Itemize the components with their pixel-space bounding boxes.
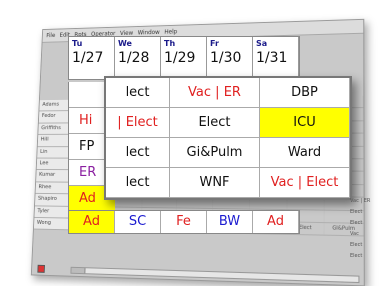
- staff-name: Wong: [33, 217, 73, 230]
- assignment-popup-grid: lect Vac | ER DBP | Elect Elect ICU lect Gi&Pul…: [104, 76, 352, 200]
- side-mini-cell: Elect: [350, 242, 363, 248]
- day-date: 1/28: [118, 50, 150, 66]
- assignment-cell[interactable]: Fe: [161, 211, 207, 233]
- side-mini-cell: Vac: [350, 231, 359, 237]
- day-header[interactable]: Fr 1/30: [207, 37, 253, 79]
- side-mini-cell: Elect: [350, 253, 363, 259]
- day-of-week: Sa: [256, 39, 268, 48]
- day-header[interactable]: We 1/28: [115, 37, 161, 79]
- assignment-cell[interactable]: Ad: [69, 211, 115, 233]
- popup-assignment-cell[interactable]: ICU: [260, 108, 350, 138]
- popup-assignment-cell[interactable]: WNF: [170, 168, 260, 198]
- assignment-cell[interactable]: SC: [115, 211, 161, 233]
- popup-assignment-cell[interactable]: Vac | Elect: [260, 168, 350, 198]
- day-date: 1/27: [72, 50, 104, 66]
- popup-assignment-cell[interactable]: DBP: [260, 78, 350, 108]
- scroll-thumb[interactable]: [71, 267, 86, 274]
- day-header[interactable]: Th 1/29: [161, 37, 207, 79]
- popup-assignment-cell[interactable]: lect: [106, 138, 170, 168]
- popup-assignment-cell[interactable]: Vac | ER: [170, 78, 260, 108]
- popup-assignment-cell[interactable]: lect: [106, 168, 170, 198]
- day-of-week: Fr: [210, 39, 219, 48]
- day-of-week: Tu: [72, 39, 83, 48]
- side-mini-cell: Vac | ER: [350, 198, 371, 204]
- assignment-cell[interactable]: Ad: [253, 211, 299, 233]
- day-header[interactable]: Sa 1/31: [253, 37, 299, 79]
- popup-assignment-cell[interactable]: lect: [106, 78, 170, 108]
- day-date: 1/30: [210, 50, 242, 66]
- popup-assignment-cell[interactable]: Ward: [260, 138, 350, 168]
- side-mini-cell: Elect: [350, 220, 363, 226]
- popup-assignment-cell[interactable]: Gi&Pulm: [170, 138, 260, 168]
- popup-assignment-cell[interactable]: | Elect: [106, 108, 170, 138]
- horizontal-scrollbar[interactable]: [70, 266, 360, 284]
- day-date: 1/29: [164, 50, 196, 66]
- schedule-bottom-row: Ad SC Fe BW Ad: [68, 210, 300, 234]
- side-mini-cell: Elect: [350, 209, 363, 215]
- day-header-row: Tu 1/27 We 1/28 Th 1/29 Fr 1/30 Sa 1/31: [68, 36, 300, 80]
- day-header[interactable]: Tu 1/27: [69, 37, 115, 79]
- popup-assignment-cell[interactable]: Elect: [170, 108, 260, 138]
- day-of-week: We: [118, 39, 132, 48]
- assignment-cell[interactable]: BW: [207, 211, 253, 233]
- day-of-week: Th: [164, 39, 176, 48]
- day-date: 1/31: [256, 50, 288, 66]
- menu-item-help[interactable]: Help: [164, 29, 177, 36]
- record-icon[interactable]: [37, 264, 45, 273]
- side-mini-column: Vac | ER Elect Elect Vac Elect Elect: [350, 196, 376, 262]
- menu-item-file[interactable]: File: [46, 32, 55, 39]
